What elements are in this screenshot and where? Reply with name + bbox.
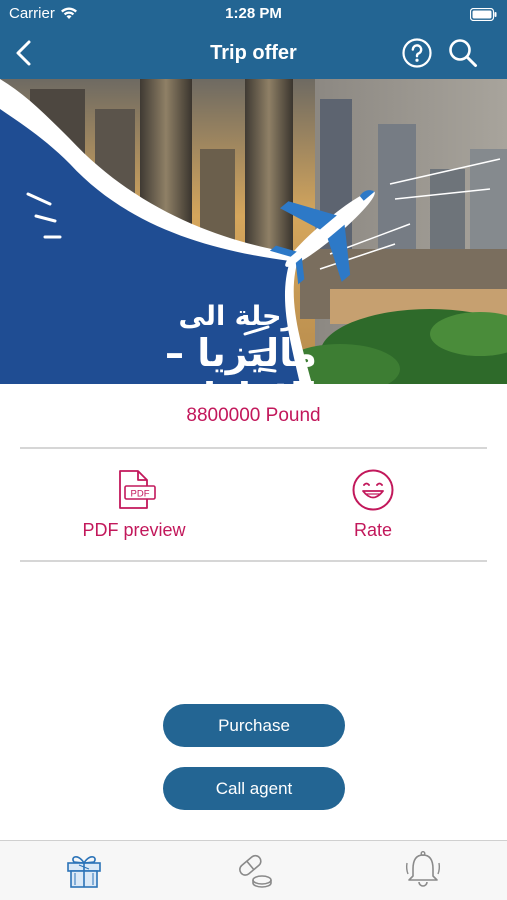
divider-bottom: [20, 560, 487, 562]
banner-title-line1: رحلة الى: [178, 301, 297, 332]
navigation-bar: Trip offer: [0, 28, 507, 79]
svg-text:PDF: PDF: [131, 489, 150, 500]
tab-bar: [0, 840, 507, 900]
gift-icon[interactable]: [64, 849, 104, 889]
bell-icon[interactable]: [403, 849, 443, 889]
call-agent-button[interactable]: Call agent: [163, 767, 345, 810]
trip-banner-image: رحلة الى ماليزيا – الامارات: [0, 79, 507, 384]
help-icon[interactable]: [401, 37, 433, 69]
top-bar: Carrier 1:28 PM Trip offer: [0, 0, 507, 79]
back-arrow-icon[interactable]: [10, 38, 40, 68]
pdf-preview-action[interactable]: PDF PDF preview: [34, 468, 234, 541]
smiley-icon: [352, 469, 394, 511]
battery-icon: [470, 8, 497, 21]
divider-top: [20, 447, 487, 449]
pdf-file-icon: PDF: [119, 470, 156, 509]
pdf-preview-label: PDF preview: [82, 520, 186, 540]
status-time: 1:28 PM: [225, 5, 282, 22]
pills-icon[interactable]: [234, 849, 274, 889]
search-icon[interactable]: [447, 37, 479, 69]
rate-action[interactable]: Rate: [273, 468, 473, 541]
rate-label: Rate: [353, 520, 393, 540]
status-bar: Carrier 1:28 PM: [0, 0, 507, 28]
purchase-button[interactable]: Purchase: [163, 704, 345, 747]
offer-price: 8800000 Pound: [186, 405, 321, 426]
banner-title-line2: ماليزيا – الامارات: [165, 331, 317, 384]
